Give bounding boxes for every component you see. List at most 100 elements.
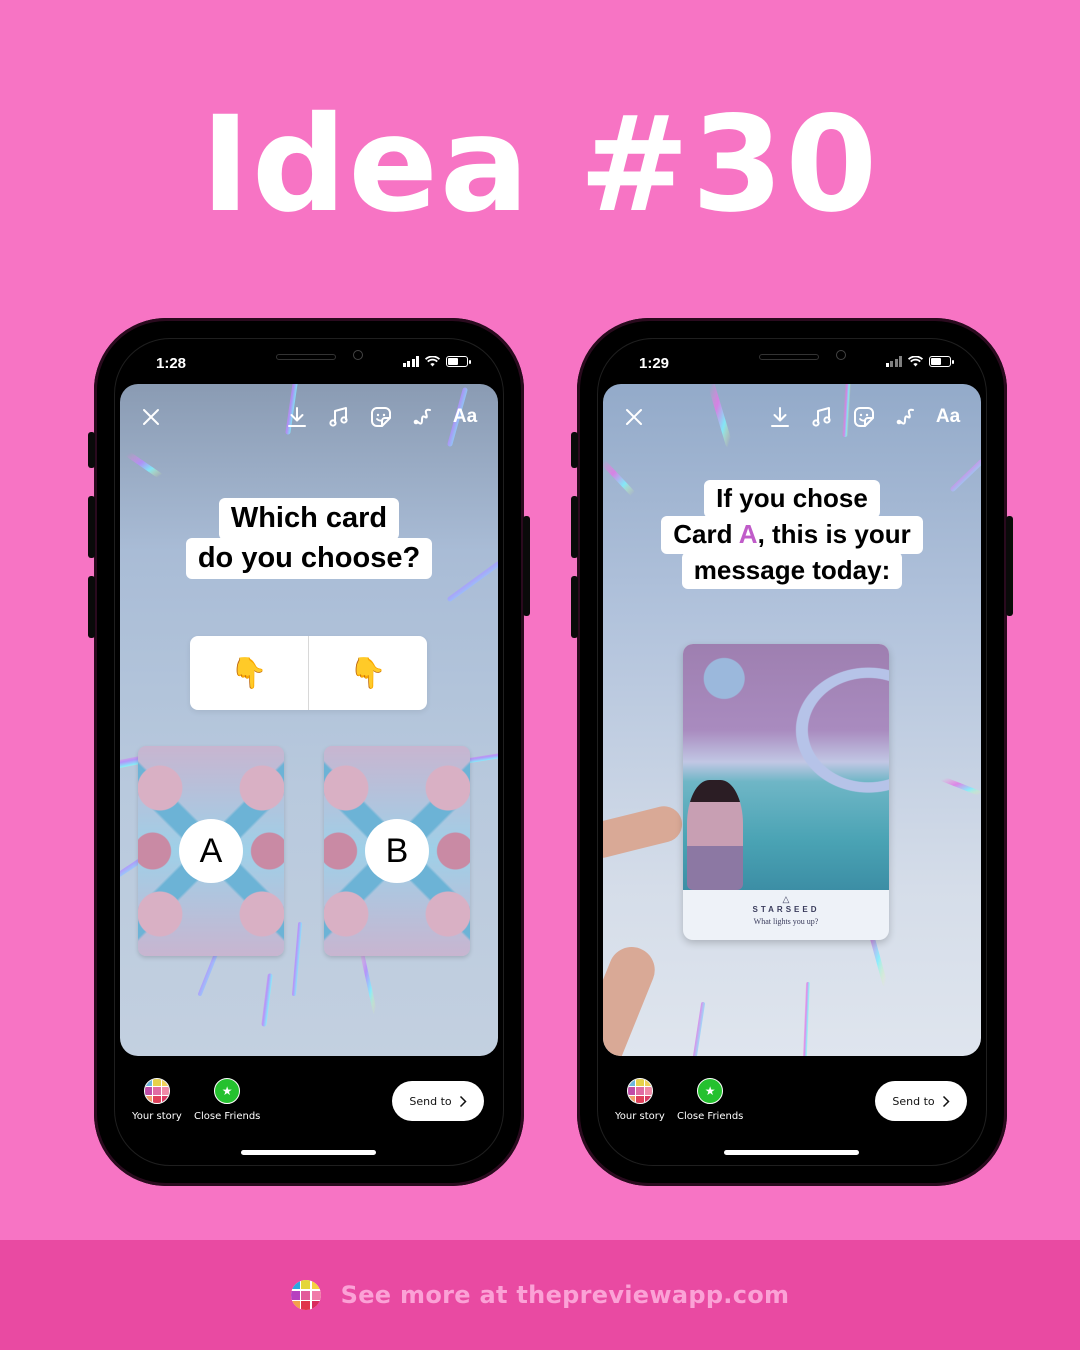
front-camera	[836, 350, 846, 360]
send-to-button[interactable]: Send to	[392, 1081, 484, 1121]
caption-text-block[interactable]: Which card do you choose?	[120, 498, 498, 580]
caption-text-block[interactable]: If you chose Card A, this is your messag…	[603, 480, 981, 590]
logo-tile	[290, 1280, 300, 1289]
notch-speaker	[276, 354, 336, 360]
oracle-card-artwork	[683, 644, 889, 890]
close-icon[interactable]	[619, 402, 649, 432]
caption-line: Card A, this is your	[661, 515, 923, 554]
draw-icon[interactable]	[408, 402, 438, 432]
home-indicator[interactable]	[724, 1150, 859, 1155]
footer-link-text[interactable]: See more at thepreviewapp.com	[341, 1281, 790, 1309]
send-to-label: Send to	[892, 1094, 935, 1108]
phone-left: 1:28 Aa Which card do you choose? 👇 👇 A …	[88, 318, 530, 1186]
your-story-avatar	[626, 1078, 653, 1104]
close-friends-label: Close Friends	[677, 1111, 744, 1122]
cellular-signal-icon	[885, 356, 902, 367]
phone-power-button	[1006, 516, 1013, 616]
cellular-signal-icon	[402, 356, 419, 367]
share-bar: Your story ★ Close Friends Send to	[577, 1078, 1007, 1128]
card-label-a: A	[179, 819, 243, 883]
page-headline: Idea #30	[200, 88, 880, 242]
battery-icon	[929, 356, 954, 367]
close-icon[interactable]	[136, 402, 166, 432]
share-bar: Your story ★ Close Friends Send to	[94, 1078, 524, 1128]
chevron-right-icon	[459, 1095, 467, 1107]
status-time: 1:29	[639, 355, 670, 372]
phone-silent-switch	[88, 432, 95, 468]
poll-option-right[interactable]: 👇	[308, 636, 427, 710]
caption-line: message today:	[681, 551, 903, 590]
close-friends-target[interactable]: ★ Close Friends	[677, 1078, 743, 1122]
music-icon[interactable]	[807, 402, 837, 432]
logo-tile	[311, 1280, 321, 1289]
status-bar: 1:29	[577, 350, 1007, 376]
poll-option-left[interactable]: 👇	[190, 636, 308, 710]
phone-power-button	[523, 516, 530, 616]
your-story-target[interactable]: Your story	[132, 1078, 182, 1122]
phone-volume-up-button	[571, 496, 578, 558]
story-toolbar: Aa	[120, 402, 498, 432]
caption-text: , this is your	[757, 518, 911, 549]
photo-hand-finger	[603, 802, 686, 862]
status-time: 1:28	[156, 355, 187, 372]
caption-line: If you chose	[704, 480, 880, 518]
caption-line: Which card	[218, 498, 400, 540]
star-icon: ★	[697, 1078, 724, 1104]
your-story-target[interactable]: Your story	[615, 1078, 665, 1122]
logo-tile	[290, 1301, 300, 1310]
oracle-card: △ STARSEED What lights you up?	[683, 644, 889, 940]
chevron-right-icon	[942, 1095, 950, 1107]
wifi-icon	[425, 356, 440, 367]
oracle-card-figure	[687, 780, 743, 890]
download-icon[interactable]	[282, 402, 312, 432]
tarot-card-a: A	[138, 746, 284, 956]
logo-tile	[301, 1280, 311, 1289]
phone-volume-down-button	[88, 576, 95, 638]
battery-icon	[446, 356, 471, 367]
logo-tile	[301, 1290, 311, 1300]
send-to-button[interactable]: Send to	[875, 1081, 967, 1121]
front-camera	[353, 350, 363, 360]
triangle-icon: △	[782, 894, 790, 904]
your-story-avatar	[143, 1078, 170, 1104]
notch-speaker	[759, 354, 819, 360]
oracle-card-title: STARSEED	[752, 905, 820, 914]
card-label-b: B	[365, 819, 429, 883]
sticker-icon[interactable]	[849, 402, 879, 432]
preview-app-logo-icon	[290, 1280, 321, 1310]
text-tool-button[interactable]: Aa	[450, 402, 480, 432]
send-to-label: Send to	[409, 1094, 452, 1108]
caption-accent-letter: A	[738, 518, 758, 549]
poll-sticker: 👇 👇	[190, 636, 427, 710]
home-indicator[interactable]	[241, 1150, 376, 1155]
draw-icon[interactable]	[891, 402, 921, 432]
download-icon[interactable]	[765, 402, 795, 432]
photo-hand-thumb	[603, 940, 662, 1056]
story-toolbar: Aa	[603, 402, 981, 432]
phone-volume-up-button	[88, 496, 95, 558]
your-story-label: Your story	[615, 1111, 665, 1122]
music-icon[interactable]	[324, 402, 354, 432]
phone-silent-switch	[571, 432, 578, 468]
tarot-card-b: B	[324, 746, 470, 956]
sticker-icon[interactable]	[366, 402, 396, 432]
phone-right: 1:29 Aa If you chose Card A, this is you…	[571, 318, 1013, 1186]
phone-volume-down-button	[571, 576, 578, 638]
status-bar: 1:28	[94, 350, 524, 376]
logo-tile	[290, 1290, 300, 1300]
star-icon: ★	[214, 1078, 241, 1104]
text-tool-button[interactable]: Aa	[933, 402, 963, 432]
oracle-card-subtitle: What lights you up?	[753, 917, 819, 926]
footer-banner: See more at thepreviewapp.com	[0, 1240, 1080, 1350]
your-story-label: Your story	[132, 1111, 182, 1122]
caption-text: Card	[673, 518, 739, 549]
story-editor-screen: Aa If you chose Card A, this is your mes…	[603, 384, 981, 1056]
logo-tile	[301, 1301, 311, 1310]
logo-tile	[311, 1290, 321, 1300]
story-editor-screen: Aa Which card do you choose? 👇 👇 A B	[120, 384, 498, 1056]
logo-tile	[311, 1301, 321, 1310]
wifi-icon	[908, 356, 923, 367]
close-friends-target[interactable]: ★ Close Friends	[194, 1078, 260, 1122]
caption-line: do you choose?	[185, 537, 433, 580]
close-friends-label: Close Friends	[194, 1111, 261, 1122]
